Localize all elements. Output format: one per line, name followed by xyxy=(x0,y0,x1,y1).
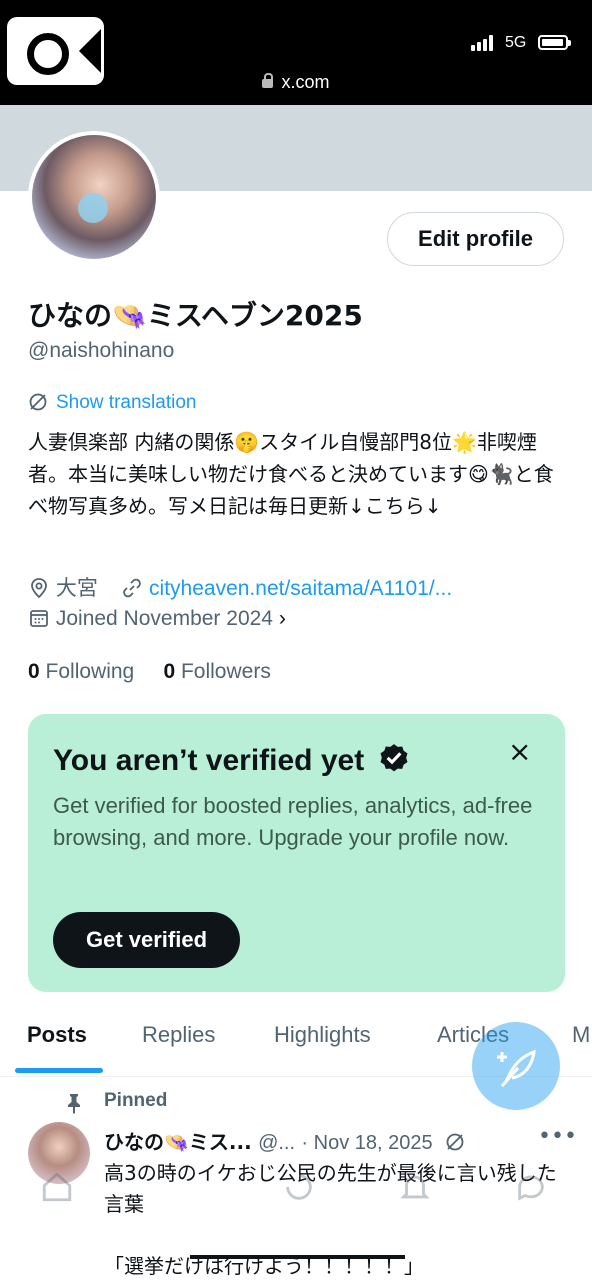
verified-badge-icon xyxy=(380,744,408,772)
joined-text: Joined November 2024 xyxy=(55,607,273,630)
battery-icon xyxy=(538,35,571,50)
followers-link[interactable]: 0 Followers xyxy=(163,660,270,683)
post-more-options-icon[interactable]: ••• xyxy=(538,1124,577,1149)
verification-title-text: You aren’t verified yet xyxy=(53,744,365,777)
compose-post-icon xyxy=(497,1049,536,1087)
show-translation-label: Show translation xyxy=(56,392,197,413)
following-label: Following xyxy=(45,660,135,683)
followers-label: Followers xyxy=(180,660,271,683)
signal-icon xyxy=(471,35,497,51)
following-count: 0 xyxy=(28,660,40,683)
tab-media[interactable]: M xyxy=(572,1022,590,1048)
pinned-label: Pinned xyxy=(64,1090,168,1114)
profile-meta-location: 大宮 cityheaven.net/saitama/A1101/... xyxy=(28,572,452,602)
status-bar: 5G x.com xyxy=(0,0,592,105)
network-type: 5G xyxy=(505,34,527,51)
pinned-text: Pinned xyxy=(104,1090,168,1111)
verification-prompt-card: You aren’t verified yet × Get verified f… xyxy=(28,714,565,992)
post-header: ひなの👒ミス... @... · Nov 18, 2025 xyxy=(104,1126,465,1155)
home-icon[interactable] xyxy=(40,1170,74,1204)
notifications-icon[interactable] xyxy=(398,1170,432,1204)
get-verified-button[interactable]: Get verified xyxy=(53,912,240,968)
link-icon xyxy=(123,578,141,598)
url-text: x.com xyxy=(281,72,330,92)
bottom-navigation xyxy=(0,1160,592,1220)
tab-posts[interactable]: Posts xyxy=(27,1022,87,1048)
redaction-bar xyxy=(190,1255,405,1259)
verification-description: Get verified for boosted replies, analyt… xyxy=(53,793,533,850)
profile-bio: 人妻倶楽部 内緒の関係🤫スタイル自慢部門8位🌟非喫煙者。本当に美味しい物だけ食べ… xyxy=(28,430,554,518)
post-date[interactable]: · Nov 18, 2025 xyxy=(301,1132,432,1154)
translate-icon xyxy=(29,393,47,411)
messages-icon[interactable] xyxy=(514,1170,548,1204)
display-name: ひなの👒ミスヘブン2025 xyxy=(28,299,363,332)
following-link[interactable]: 0 Following xyxy=(28,660,134,683)
profile-meta-joined[interactable]: Joined November 2024 › xyxy=(28,607,286,631)
show-translation-link[interactable]: Show translation xyxy=(28,392,196,414)
lock-icon xyxy=(262,73,274,88)
tab-replies[interactable]: Replies xyxy=(142,1022,215,1048)
compose-post-button[interactable] xyxy=(472,1022,560,1110)
follow-counts: 0 Following 0 Followers xyxy=(28,660,271,684)
tab-highlights[interactable]: Highlights xyxy=(274,1022,371,1048)
verification-card-title: You aren’t verified yet xyxy=(53,742,411,778)
post-author-name[interactable]: ひなの👒ミス... xyxy=(104,1130,252,1154)
website-link[interactable]: cityheaven.net/saitama/A1101/... xyxy=(149,577,452,600)
translate-icon xyxy=(446,1133,464,1151)
followers-count: 0 xyxy=(163,660,176,683)
close-icon[interactable]: × xyxy=(508,738,531,766)
active-tab-indicator xyxy=(15,1068,103,1073)
grok-icon[interactable] xyxy=(282,1170,316,1204)
profile-avatar[interactable] xyxy=(28,131,160,263)
calendar-icon xyxy=(30,610,48,627)
user-handle: @naishohinano xyxy=(28,339,175,362)
address-bar[interactable]: x.com xyxy=(0,72,592,93)
location-text: 大宮 xyxy=(55,577,98,600)
pin-icon xyxy=(68,1094,80,1114)
edit-profile-button[interactable]: Edit profile xyxy=(387,212,564,266)
post-author-handle: @... xyxy=(258,1132,296,1154)
chevron-right-icon: › xyxy=(278,607,286,630)
location-pin-icon xyxy=(31,578,47,599)
